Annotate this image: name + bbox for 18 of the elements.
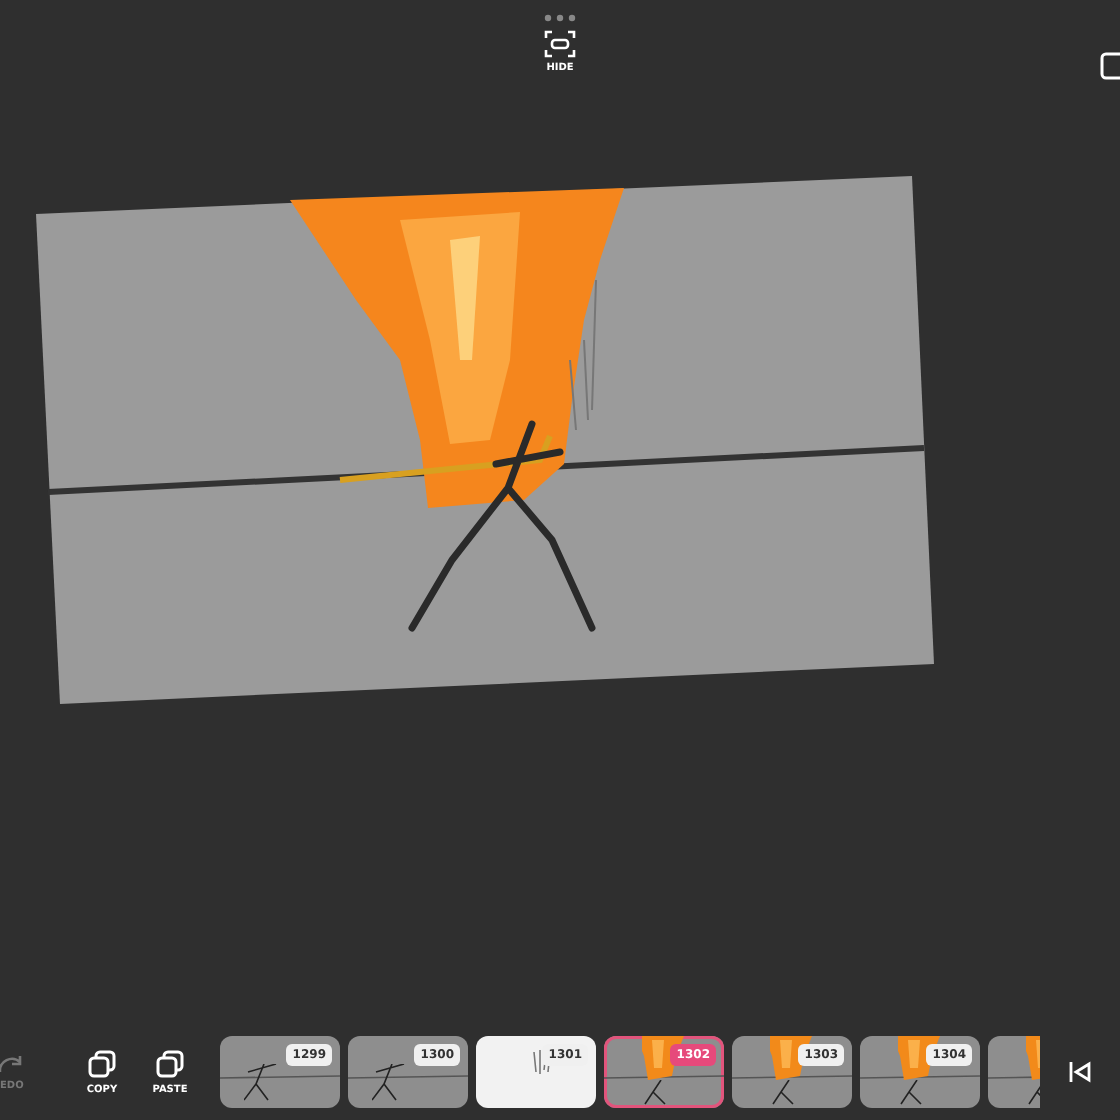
ground-line — [348, 1074, 468, 1080]
ground-line — [220, 1074, 340, 1080]
sketch-mark-drawing — [532, 1048, 552, 1076]
paste-icon — [156, 1049, 184, 1077]
hide-icon — [544, 30, 576, 58]
stick-figure-drawing — [372, 1064, 406, 1102]
stick-figure-drawing — [899, 1080, 921, 1106]
copy-icon — [88, 1049, 116, 1077]
first-frame-button[interactable] — [1068, 1060, 1092, 1084]
image-icon[interactable] — [1100, 52, 1120, 80]
stick-figure-drawing — [643, 1080, 665, 1106]
stick-figure-drawing — [244, 1064, 278, 1102]
ground-line — [860, 1074, 980, 1080]
more-icon[interactable] — [544, 14, 576, 22]
ground-line — [604, 1074, 724, 1080]
stick-figure-drawing — [771, 1080, 793, 1106]
ground-line — [732, 1074, 852, 1080]
redo-icon — [0, 1053, 24, 1073]
